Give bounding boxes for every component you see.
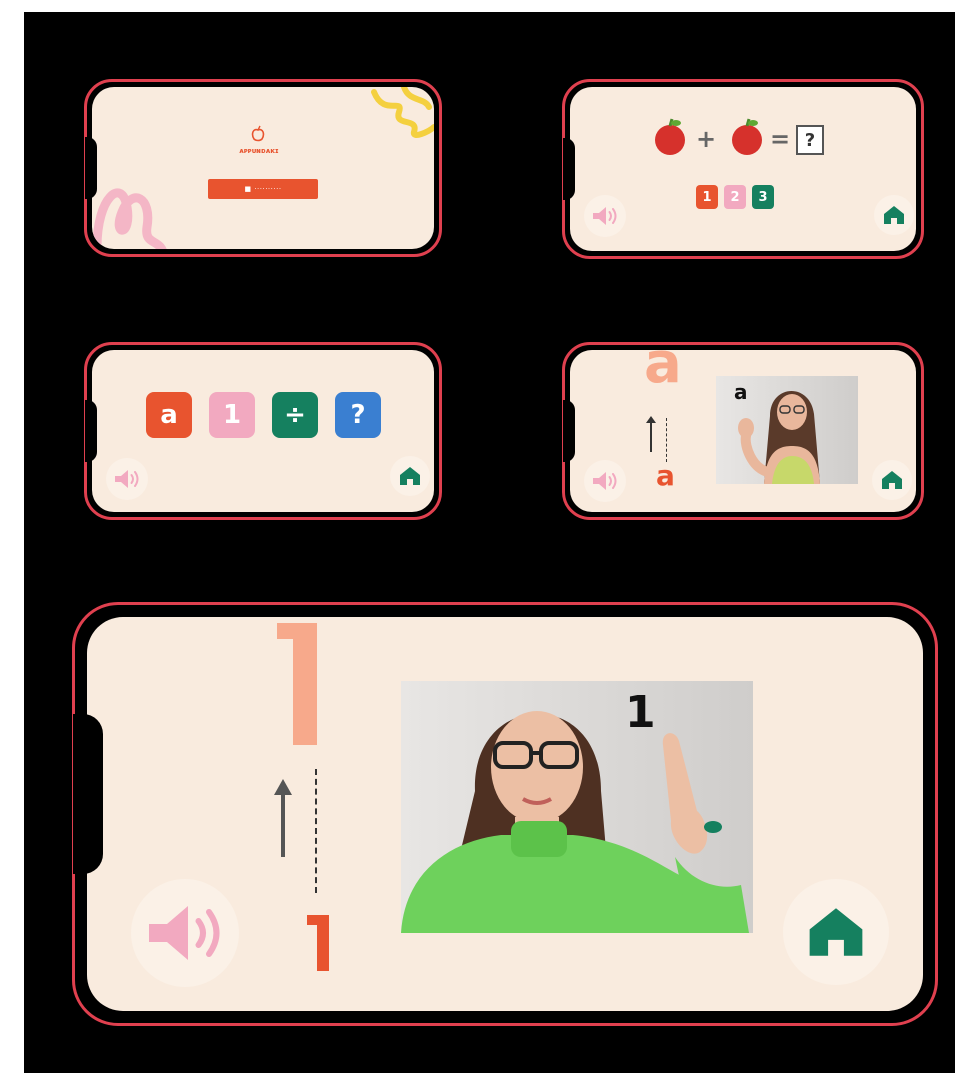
dotted-guide [666, 418, 667, 462]
sound-button[interactable] [131, 879, 239, 987]
small-number-text: 1 [331, 911, 332, 912]
stroke-arrow [650, 420, 652, 452]
phone-notch [73, 714, 103, 874]
equals-sign: = [770, 125, 791, 153]
phone-notch [85, 400, 97, 462]
category-tile-quiz[interactable]: ? [335, 392, 381, 438]
start-button[interactable]: ■ ·········· [208, 179, 318, 199]
sound-button[interactable] [584, 195, 626, 237]
categories-screen: a 1 ÷ ? [92, 350, 434, 512]
answer-box: ? [796, 125, 824, 155]
home-icon [884, 206, 904, 224]
phone-notch [563, 400, 575, 462]
big-letter: a [644, 350, 682, 396]
arrow-head [274, 779, 292, 795]
speaker-icon [593, 472, 617, 490]
option-tile-2[interactable]: 2 [724, 185, 746, 209]
home-button[interactable] [783, 879, 889, 985]
category-tile-numbers[interactable]: 1 [209, 392, 255, 438]
big-number: 1 [273, 619, 317, 745]
app-logo-text: ᴀᴘᴘᴜɴᴅᴀᴋɪ [239, 147, 279, 155]
sound-button[interactable] [584, 460, 626, 502]
option-tile-3[interactable]: 3 [752, 185, 774, 209]
speaker-icon [115, 470, 139, 488]
sign-video-frame: 1 [401, 681, 753, 933]
phone-letter-screen: a a a [562, 342, 924, 520]
option-tile-1[interactable]: 1 [696, 185, 718, 209]
photo-letter-label: a [734, 380, 748, 404]
home-icon [809, 908, 863, 956]
number-screen: 1 1 [87, 617, 923, 1011]
pink-scribble-decoration [92, 188, 167, 249]
yellow-scribble-decoration [371, 87, 434, 138]
home-icon [400, 467, 420, 485]
home-button[interactable] [874, 195, 914, 235]
showcase-background: ᴀᴘᴘᴜɴᴅᴀᴋɪ ■ ·········· + = ? 1 2 3 a 1 ÷… [24, 12, 955, 1073]
apple-icon [655, 118, 685, 155]
arrow-head [646, 416, 656, 423]
category-tile-math[interactable]: ÷ [272, 392, 318, 438]
phone-number-screen: 1 1 [72, 602, 938, 1026]
photo-number-label: 1 [625, 687, 656, 738]
small-number-glyph [307, 915, 329, 971]
phone-addition-screen: + = ? 1 2 3 [562, 79, 924, 259]
small-letter: a [656, 459, 675, 492]
stroke-arrow [281, 793, 285, 857]
big-number-text: 1 [317, 619, 318, 620]
phone-notch [563, 138, 575, 200]
sound-button[interactable] [106, 458, 148, 500]
letter-screen: a a a [570, 350, 916, 512]
speaker-icon [593, 207, 617, 225]
signer-photo [401, 711, 749, 933]
speaker-icon [149, 906, 220, 960]
home-icon [882, 471, 902, 489]
small-number: 1 [305, 911, 331, 971]
phone-categories-screen: a 1 ÷ ? [84, 342, 442, 520]
phone-start-screen: ᴀᴘᴘᴜɴᴅᴀᴋɪ ■ ·········· [84, 79, 442, 257]
apple-icon [732, 118, 762, 155]
phone-notch [85, 137, 97, 199]
dotted-guide [315, 769, 317, 893]
big-number-glyph [277, 623, 317, 745]
category-tile-letters[interactable]: a [146, 392, 192, 438]
start-screen: ᴀᴘᴘᴜɴᴅᴀᴋɪ ■ ·········· [92, 87, 434, 249]
apple-logo-icon [251, 125, 265, 142]
plus-sign: + [696, 125, 717, 153]
sign-video-frame: a [716, 376, 858, 484]
home-button[interactable] [872, 460, 912, 500]
addition-screen: + = ? 1 2 3 [570, 87, 916, 251]
home-button[interactable] [390, 456, 430, 496]
